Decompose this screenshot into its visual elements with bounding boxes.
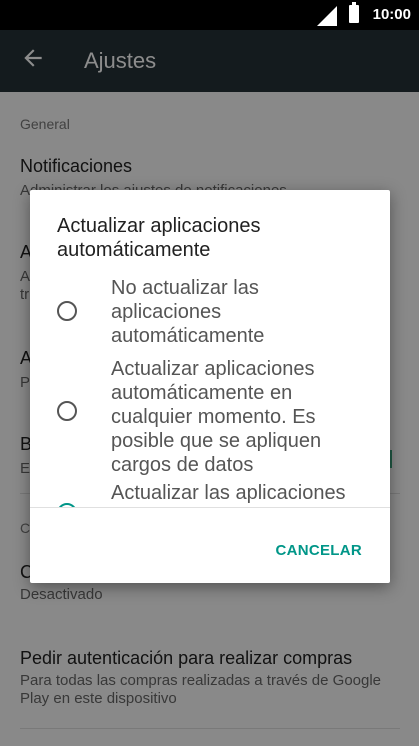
cancel-button[interactable]: CANCELAR xyxy=(275,542,362,559)
radio-button[interactable] xyxy=(57,401,77,421)
status-time: 10:00 xyxy=(372,6,411,23)
auto-update-dialog: Actualizar aplicaciones automáticamente … xyxy=(30,190,390,583)
option-list: No actualizar las aplicaciones automátic… xyxy=(30,273,390,508)
option-label: Actualizar las aplicaciones xyxy=(111,482,346,504)
dialog-divider xyxy=(30,507,390,508)
dialog-title: Actualizar aplicaciones automáticamente xyxy=(57,215,261,261)
signal-icon xyxy=(317,6,337,26)
radio-button[interactable] xyxy=(57,301,77,321)
battery-icon xyxy=(349,2,359,23)
status-bar: 10:00 xyxy=(0,0,419,30)
option-label: No actualizar las aplicaciones automátic… xyxy=(111,277,265,347)
option-label: Actualizar aplicaciones automáticamente … xyxy=(111,358,322,476)
